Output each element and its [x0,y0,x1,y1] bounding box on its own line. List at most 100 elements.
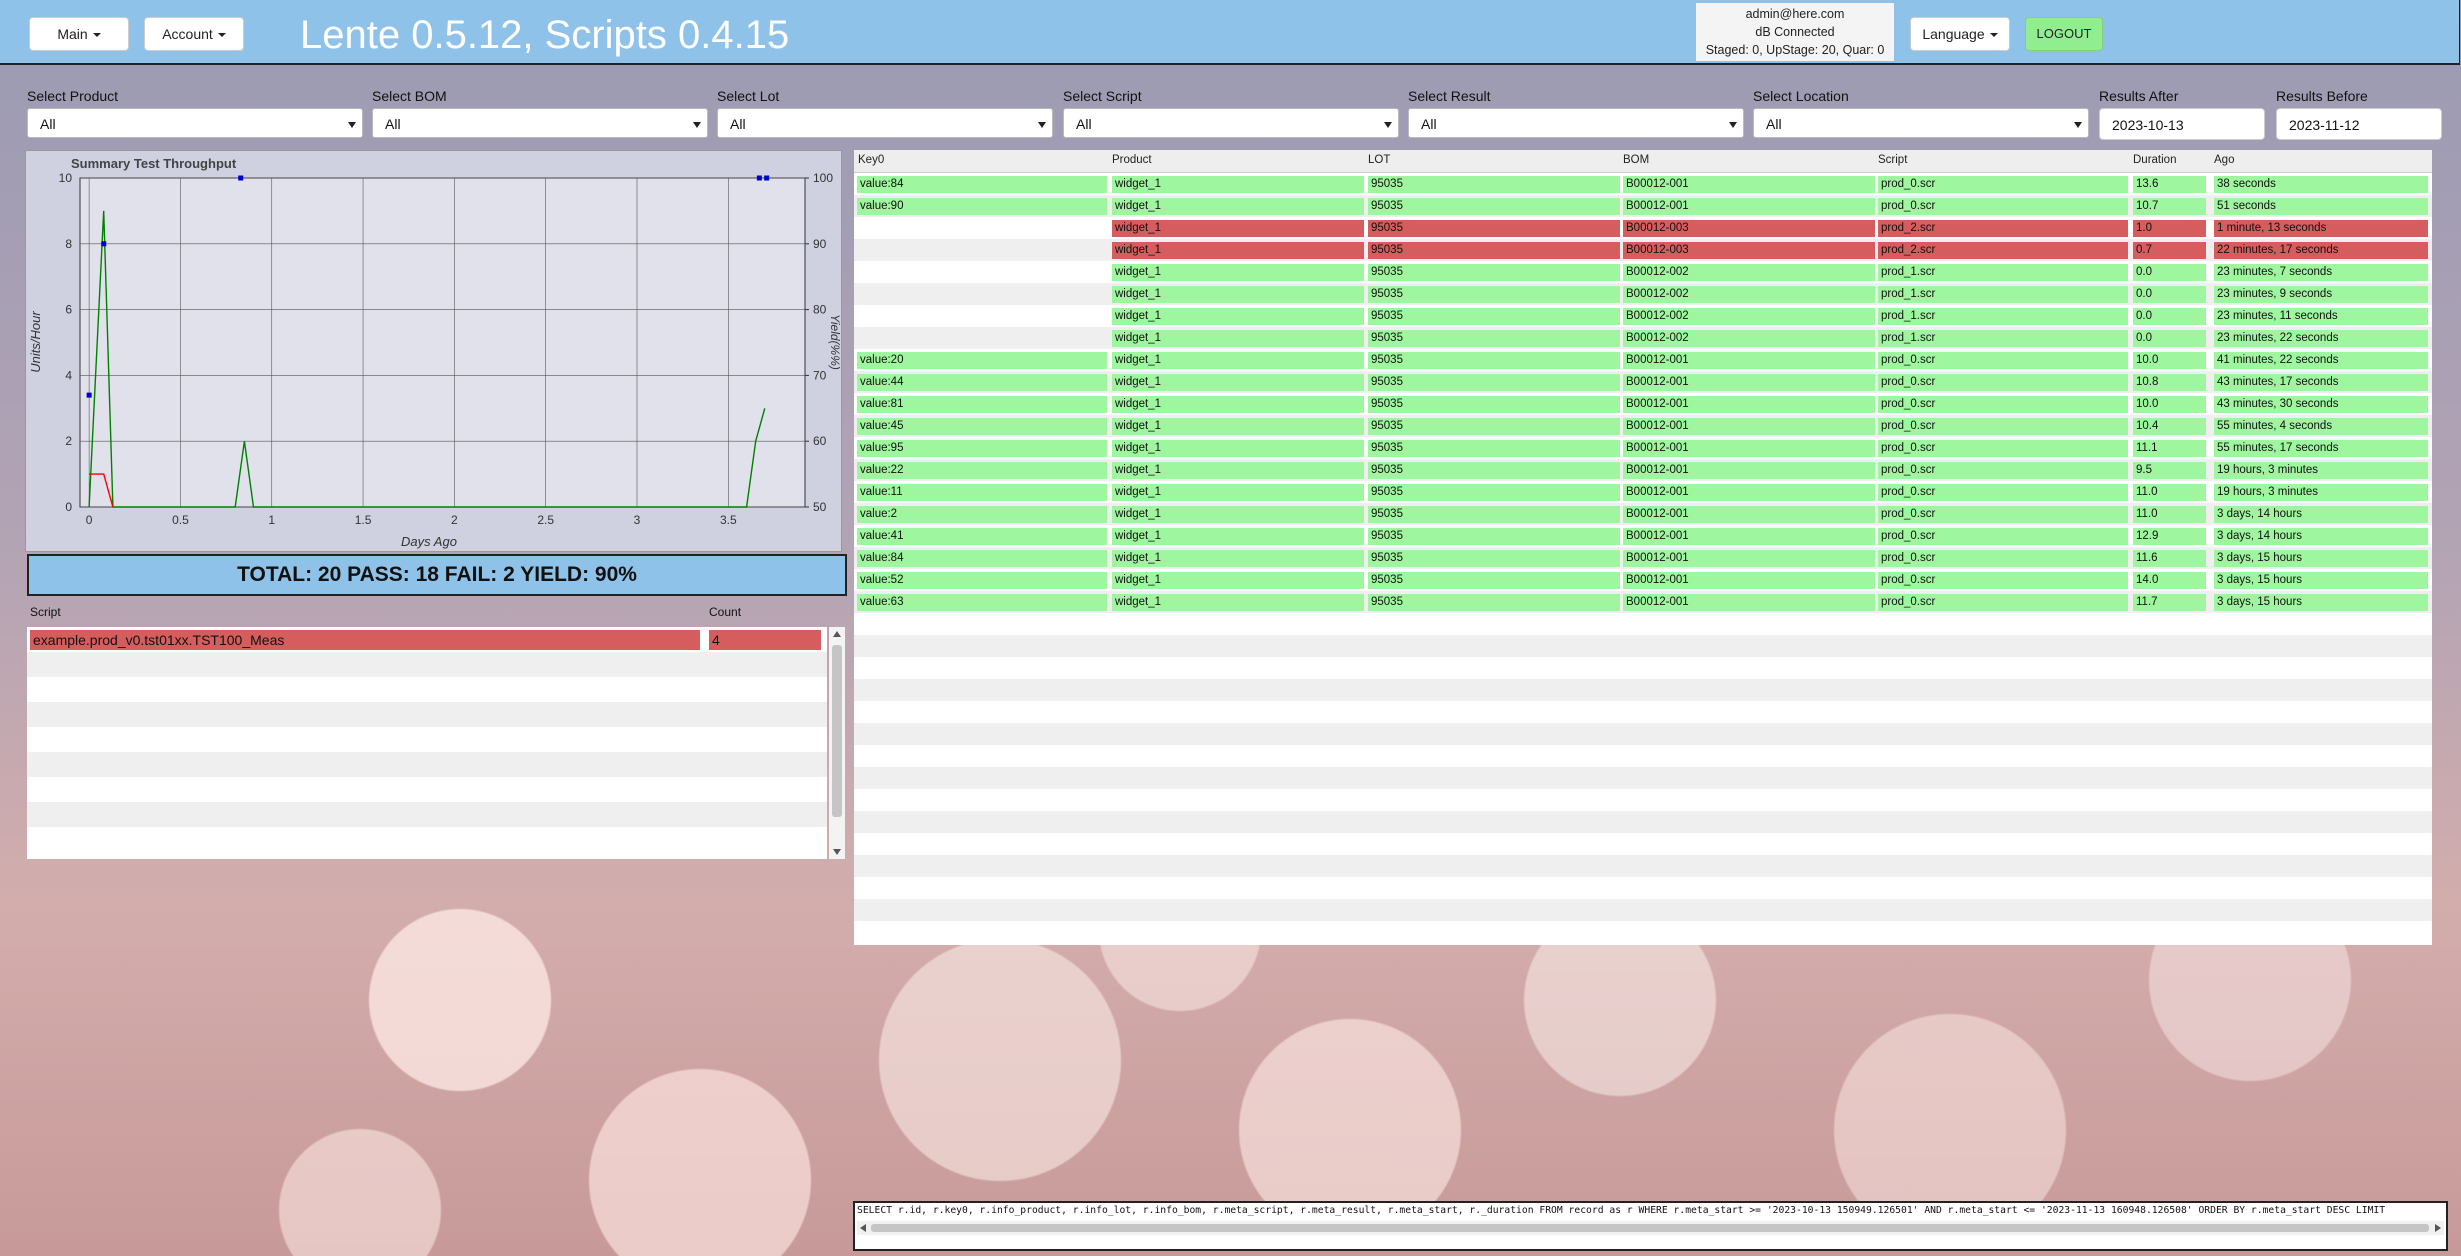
result-row[interactable]: value:81 widget_1 95035 B00012-001 prod_0.sc… [854,393,2432,415]
lot-cell: 95035 [1368,572,1620,589]
product-cell: widget_1 [1112,286,1364,303]
empty-row [854,789,2432,811]
summary-banner: TOTAL: 20 PASS: 18 FAIL: 2 YIELD: 90% [27,554,847,596]
result-row[interactable]: widget_1 95035 B00012-002 prod_1.scr 0.0 23 m… [854,305,2432,327]
result-row[interactable]: value:41 widget_1 95035 B00012-001 prod_0.sc… [854,525,2432,547]
script-cell: prod_0.scr [1878,484,2128,501]
chart-title: Summary Test Throughput [71,156,237,171]
result-row[interactable]: value:90 widget_1 95035 B00012-001 prod_0.sc… [854,195,2432,217]
scroll-down-icon[interactable] [833,849,841,855]
empty-row [27,677,827,702]
bom-cell: B00012-001 [1623,440,1875,457]
scroll-right-icon[interactable] [2435,1224,2441,1232]
x-tick-label: 2 [451,513,458,527]
lot-cell: 95035 [1368,220,1620,237]
ago-cell: 3 days, 15 hours [2214,594,2428,611]
result-row[interactable]: value:11 widget_1 95035 B00012-001 prod_0.sc… [854,481,2432,503]
empty-row [854,657,2432,679]
duration-cell: 11.0 [2133,506,2206,523]
sql-query-text: SELECT r.id, r.key0, r.info_product, r.i… [857,1205,2386,1216]
ago-cell: 22 minutes, 17 seconds [2214,242,2428,259]
duration-cell: 12.9 [2133,528,2206,545]
results-after-input[interactable]: 2023-10-13 [2099,108,2265,140]
scroll-left-icon[interactable] [860,1224,866,1232]
product-cell: widget_1 [1112,308,1364,325]
y-tick-label: 6 [65,303,72,317]
y2-tick-label: 50 [813,500,827,514]
result-row[interactable]: widget_1 95035 B00012-002 prod_1.scr 0.0 23 m… [854,327,2432,349]
key0-column-header[interactable]: Key0 [858,154,884,166]
script-cell: prod_0.scr [1878,572,2128,589]
result-row[interactable]: value:44 widget_1 95035 B00012-001 prod_0.sc… [854,371,2432,393]
result-row[interactable]: value:22 widget_1 95035 B00012-001 prod_0.sc… [854,459,2432,481]
script-column-header[interactable]: Script [1878,154,1907,166]
ago-cell: 3 days, 14 hours [2214,506,2428,523]
bom-select[interactable]: All [372,108,708,138]
lot-cell: 95035 [1368,286,1620,303]
caret-down-icon [217,33,226,38]
result-row[interactable]: widget_1 95035 B00012-003 prod_2.scr 1.0 1 mi… [854,217,2432,239]
main-menu-button[interactable]: Main [29,17,129,51]
lot-select[interactable]: All [717,108,1053,138]
product-select[interactable]: All [27,108,363,138]
result-row[interactable]: value:2 widget_1 95035 B00012-001 prod_0.scr… [854,503,2432,525]
scroll-thumb[interactable] [832,645,842,817]
script-table-scrollbar[interactable] [829,627,845,859]
y-tick-label: 2 [65,434,72,448]
account-menu-button[interactable]: Account [144,17,244,51]
script-cell: prod_0.scr [1878,594,2128,611]
result-row[interactable]: value:45 widget_1 95035 B00012-001 prod_0.sc… [854,415,2432,437]
duration-cell: 10.8 [2133,374,2206,391]
result-row[interactable]: value:84 widget_1 95035 B00012-001 prod_0.sc… [854,547,2432,569]
result-row[interactable]: widget_1 95035 B00012-002 prod_1.scr 0.0 23 m… [854,261,2432,283]
logout-button[interactable]: LOGOUT [2025,17,2103,51]
sql-horizontal-scrollbar[interactable] [857,1221,2444,1235]
bom-cell: B00012-001 [1623,550,1875,567]
bom-cell: B00012-001 [1623,506,1875,523]
scroll-thumb[interactable] [871,1224,2429,1232]
y-tick-label: 0 [65,500,72,514]
dropdown-arrow-icon [1729,122,1737,128]
top-bar: Main Account Lente 0.5.12, Scripts 0.4.1… [0,0,2460,65]
y-tick-label: 10 [59,171,73,185]
script-cell: prod_0.scr [1878,528,2128,545]
x-tick-label: 1.5 [355,513,372,527]
y2-tick-label: 60 [813,434,827,448]
caret-down-icon [92,33,101,38]
bom-cell: B00012-001 [1623,462,1875,479]
yield-point [101,241,107,247]
key0-cell: value:44 [857,374,1107,391]
result-row[interactable]: value:95 widget_1 95035 B00012-001 prod_0.sc… [854,437,2432,459]
result-select[interactable]: All [1408,108,1744,138]
product-cell: widget_1 [1112,352,1364,369]
empty-row [854,767,2432,789]
result-row[interactable]: value:63 widget_1 95035 B00012-001 prod_0.sc… [854,591,2432,613]
lot-cell: 95035 [1368,440,1620,457]
key0-cell: value:63 [857,594,1107,611]
y-tick-label: 8 [65,237,72,251]
result-row[interactable]: widget_1 95035 B00012-003 prod_2.scr 0.7 22 m… [854,239,2432,261]
bom-column-header[interactable]: BOM [1623,154,1649,166]
result-row[interactable]: widget_1 95035 B00012-002 prod_1.scr 0.0 23 m… [854,283,2432,305]
lot-cell: 95035 [1368,528,1620,545]
script-select[interactable]: All [1063,108,1399,138]
dropdown-arrow-icon [2074,122,2082,128]
script-row[interactable]: example.prod_v0.tst01xx.TST100_Meas 4 [27,627,827,652]
product-column-header[interactable]: Product [1112,154,1152,166]
ago-cell: 19 hours, 3 minutes [2214,484,2428,501]
script-cell: prod_1.scr [1878,286,2128,303]
scroll-up-icon[interactable] [833,631,841,637]
lot-column-header[interactable]: LOT [1368,154,1390,166]
product-cell: widget_1 [1112,484,1364,501]
duration-column-header[interactable]: Duration [2133,154,2176,166]
result-select-value: All [1421,116,1437,132]
result-row[interactable]: value:52 widget_1 95035 B00012-001 prod_0.sc… [854,569,2432,591]
ago-column-header[interactable]: Ago [2214,154,2234,166]
result-row[interactable]: value:84 widget_1 95035 B00012-001 prod_0.sc… [854,173,2432,195]
results-before-input[interactable]: 2023-11-12 [2276,108,2442,140]
result-row[interactable]: value:20 widget_1 95035 B00012-001 prod_0.sc… [854,349,2432,371]
bom-cell: B00012-003 [1623,242,1875,259]
location-select[interactable]: All [1753,108,2089,138]
language-menu-button[interactable]: Language [1910,17,2010,51]
results-table: Key0 Product LOT BOM Script Duration Ago… [854,150,2432,945]
